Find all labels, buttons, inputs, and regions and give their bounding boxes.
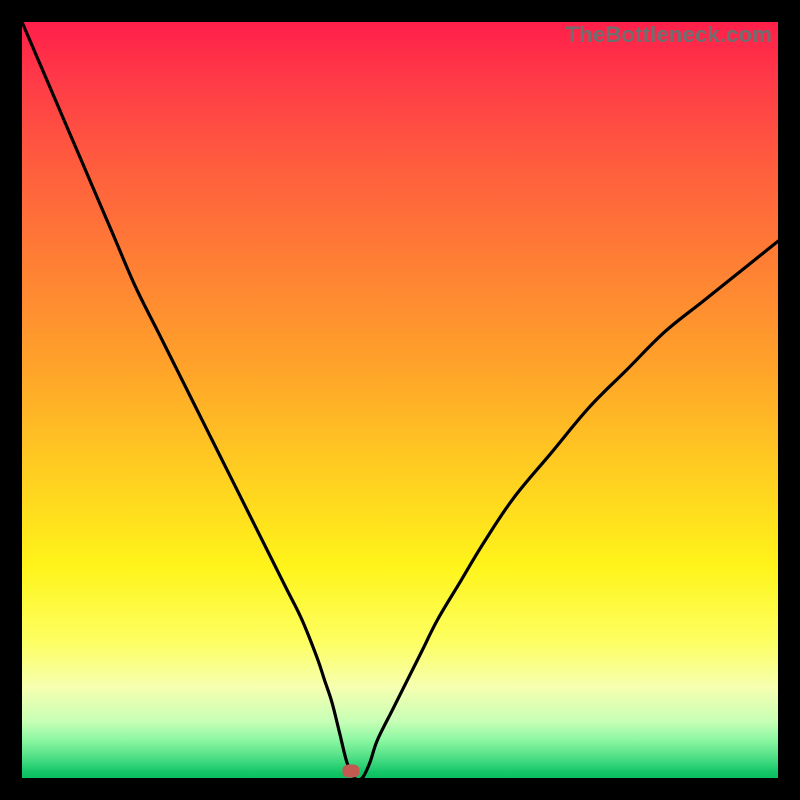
min-point-marker [342, 765, 359, 778]
chart-plot-area: TheBottleneck.com [22, 22, 778, 778]
bottleneck-curve [22, 22, 778, 778]
